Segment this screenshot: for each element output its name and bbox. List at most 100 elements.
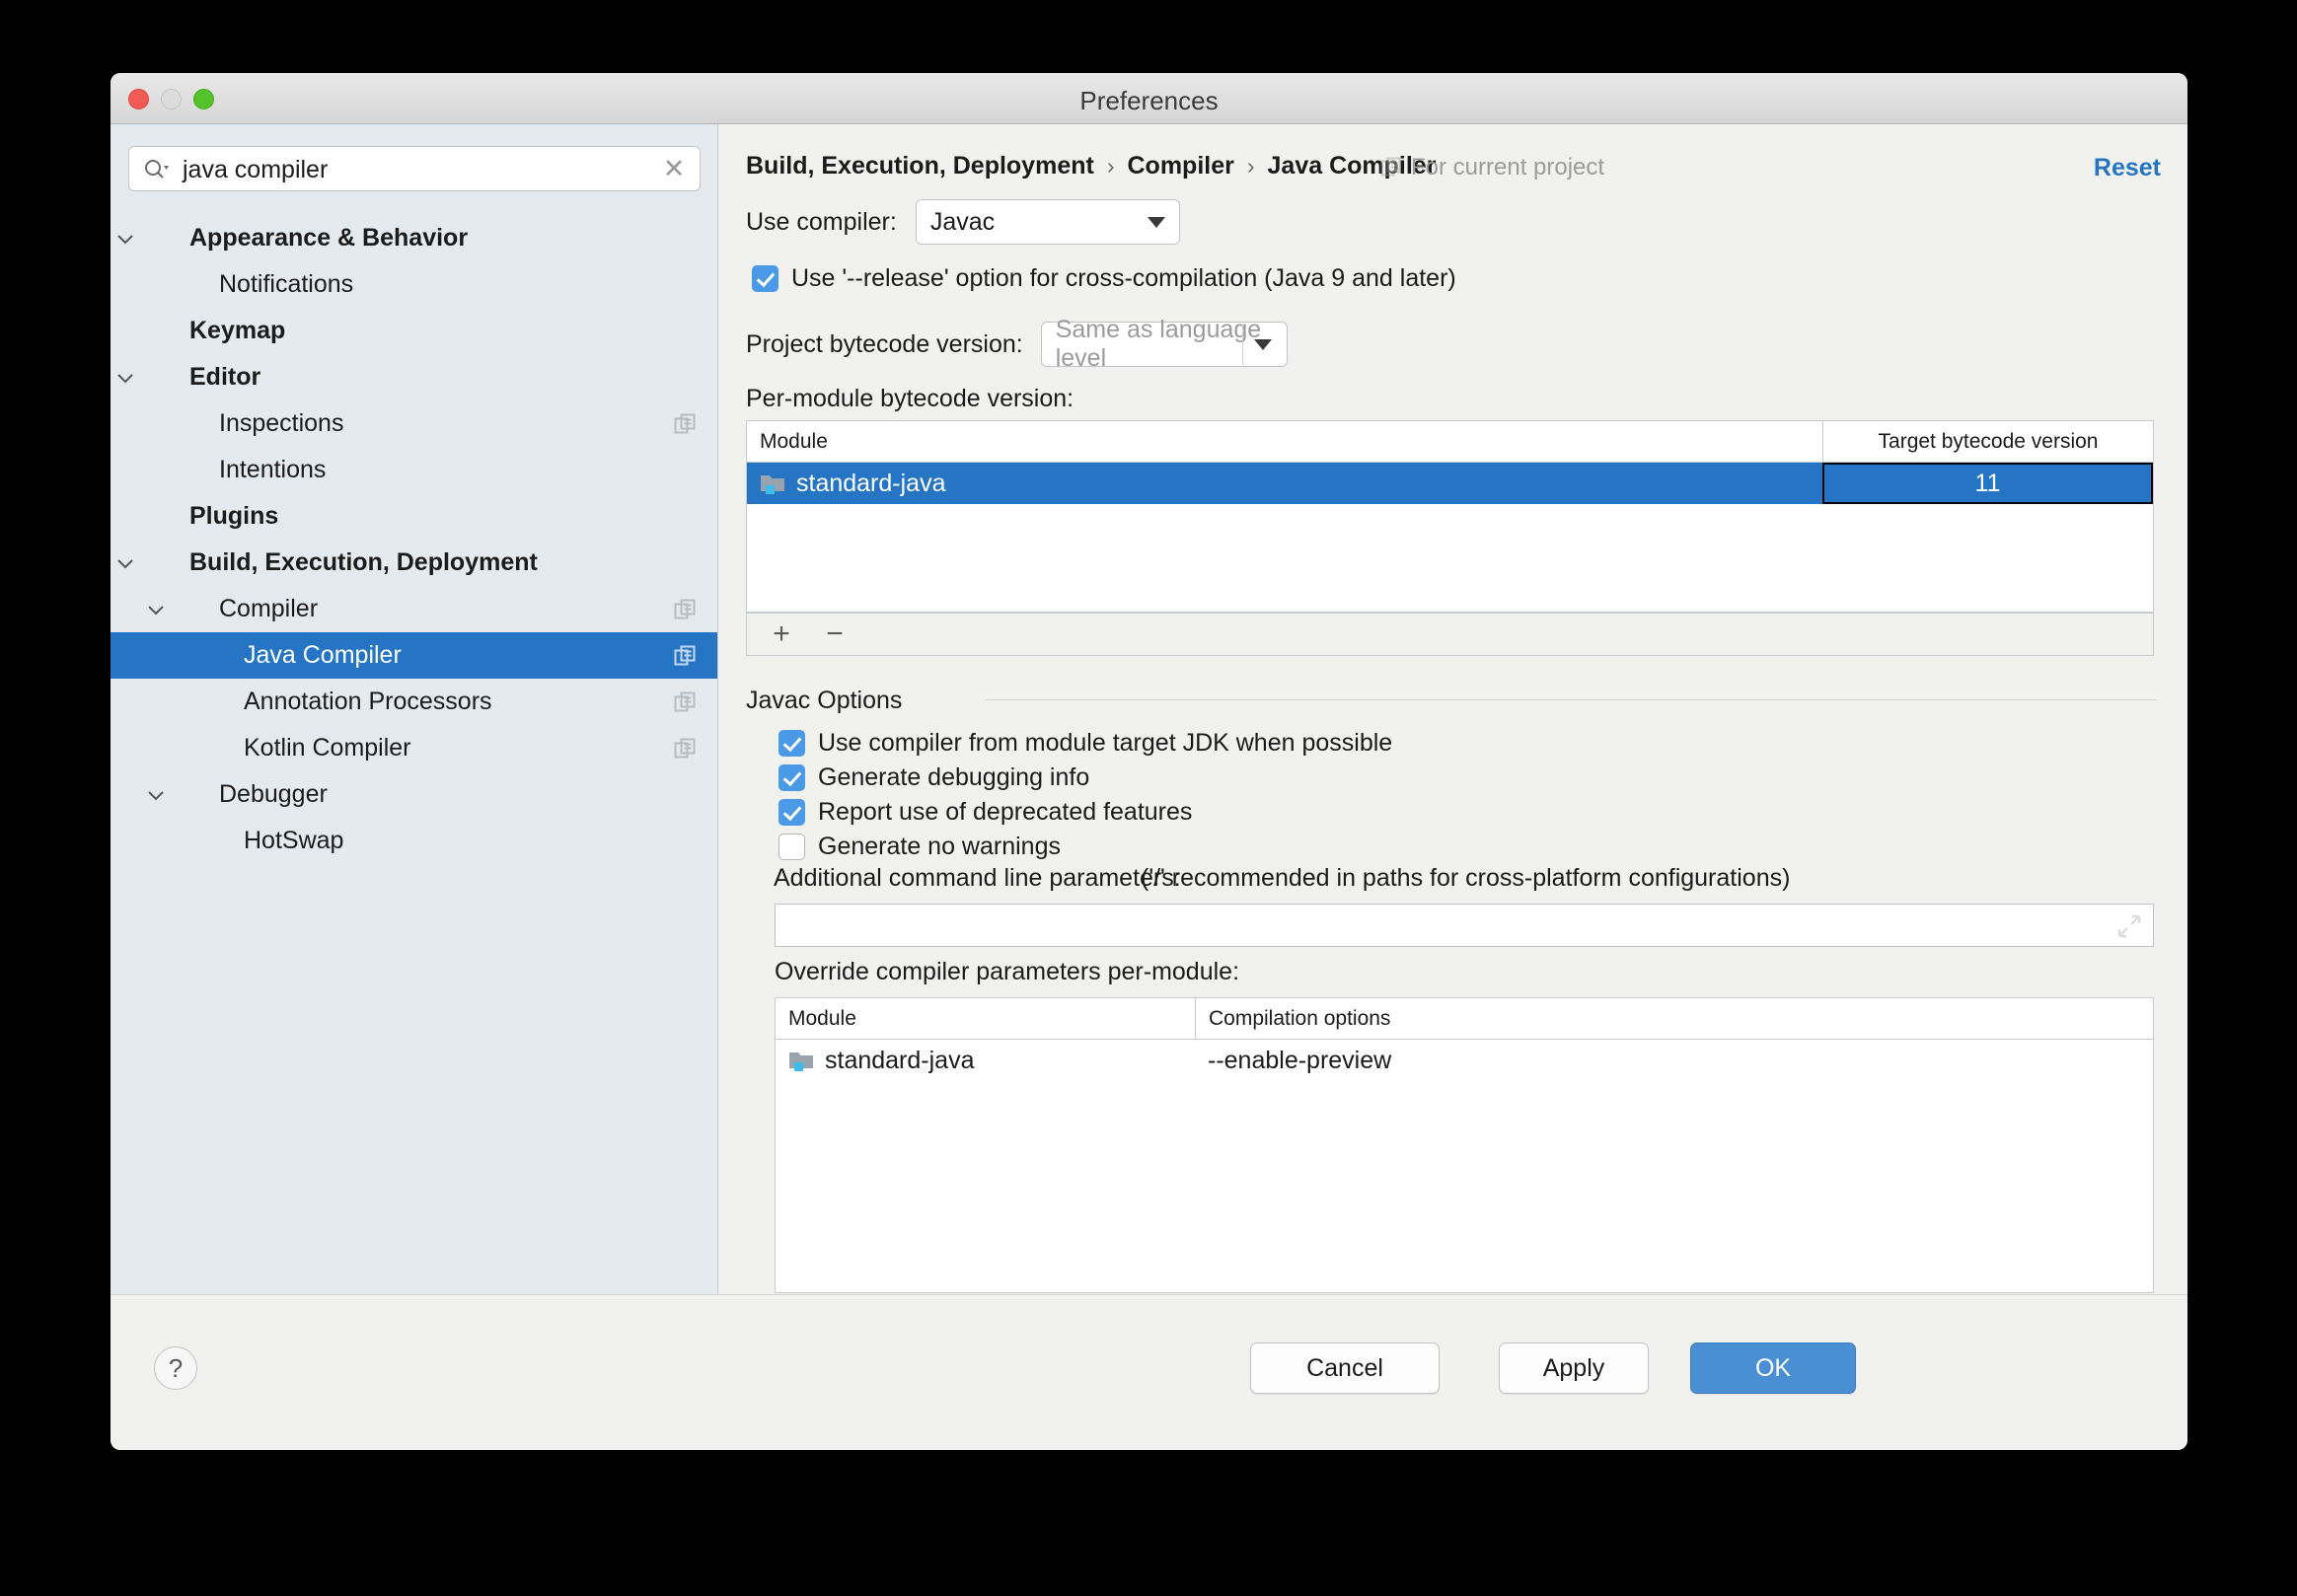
additional-params-hint: ('/' recommended in paths for cross-plat…: [1141, 864, 1791, 892]
breadcrumb: Build, Execution, Deployment › Compiler …: [746, 152, 1436, 181]
sidebar-item-kotlin-compiler[interactable]: Kotlin Compiler: [111, 725, 717, 771]
copy-icon[interactable]: [674, 599, 696, 620]
cell-target-bytecode[interactable]: 11: [1822, 463, 2153, 504]
column-header-module[interactable]: Module: [776, 998, 1195, 1039]
sidebar-item-label: Intentions: [219, 456, 327, 483]
javac-option-0-row[interactable]: Use compiler from module target JDK when…: [778, 729, 1392, 758]
settings-tree: Appearance & Behavior Notifications Keymap…: [111, 215, 717, 864]
sidebar-item-label: Inspections: [219, 409, 344, 437]
reset-link[interactable]: Reset: [2094, 154, 2161, 182]
sidebar-item-hotswap[interactable]: HotSwap: [111, 818, 717, 864]
help-button[interactable]: ?: [154, 1346, 197, 1390]
use-target-jdk-label: Use compiler from module target JDK when…: [818, 729, 1393, 757]
dialog-footer: ? Cancel Apply OK: [111, 1294, 2187, 1450]
release-option-row[interactable]: Use '--release' option for cross-compila…: [752, 264, 1456, 293]
sidebar-item-java-compiler[interactable]: Java Compiler: [111, 632, 717, 679]
bytecode-table-toolbar: + −: [746, 613, 2154, 656]
override-table[interactable]: Module Compilation options standard-java: [775, 997, 2154, 1293]
project-bytecode-select[interactable]: Same as language level: [1040, 316, 1288, 372]
sidebar-item-plugins[interactable]: Plugins: [111, 493, 717, 540]
table-row[interactable]: standard-java --enable-preview: [776, 1040, 2153, 1081]
sidebar-item-keymap[interactable]: Keymap: [111, 308, 717, 354]
bytecode-table[interactable]: Module Target bytecode version standard-…: [746, 420, 2154, 613]
sidebar-item-label: Compiler: [219, 595, 319, 622]
javac-option-3-row[interactable]: Generate no warnings: [778, 833, 1061, 861]
cell-target-bytecode-value: 11: [1974, 469, 2001, 497]
breadcrumb-item-0[interactable]: Build, Execution, Deployment: [746, 152, 1094, 181]
sidebar-item-notifications[interactable]: Notifications: [111, 261, 717, 308]
sidebar-item-label: Appearance & Behavior: [189, 224, 469, 252]
project-bytecode-label: Project bytecode version:: [746, 329, 1023, 358]
module-icon: [788, 1050, 814, 1071]
javac-option-1-row[interactable]: Generate debugging info: [778, 763, 1089, 792]
sidebar-item-annotation-processors[interactable]: Annotation Processors: [111, 679, 717, 725]
chevron-down-icon[interactable]: [145, 784, 167, 806]
column-header-compilation-options[interactable]: Compilation options: [1195, 998, 2153, 1039]
javac-option-2-row[interactable]: Report use of deprecated features: [778, 798, 1192, 827]
remove-module-button[interactable]: −: [814, 614, 855, 655]
chevron-down-icon: [1253, 339, 1272, 350]
report-deprecated-checkbox[interactable]: [778, 799, 805, 826]
override-params-label: Override compiler parameters per-module:: [775, 958, 1240, 985]
sidebar-item-build-execution-deployment[interactable]: Build, Execution, Deployment: [111, 540, 717, 586]
use-compiler-label: Use compiler:: [746, 207, 897, 236]
cell-module-label: standard-java: [825, 1046, 975, 1074]
chevron-down-icon[interactable]: [114, 228, 136, 250]
chevron-down-icon[interactable]: [114, 552, 136, 574]
expand-icon[interactable]: [2117, 914, 2141, 938]
scope-indicator: For current project: [1380, 154, 1604, 181]
copy-icon[interactable]: [674, 413, 696, 435]
cell-module[interactable]: standard-java: [776, 1040, 1195, 1081]
sidebar-item-label: Keymap: [189, 317, 286, 344]
sidebar-item-label: Plugins: [189, 502, 279, 530]
generate-debugging-info-label: Generate debugging info: [818, 763, 1090, 791]
settings-content: Build, Execution, Deployment › Compiler …: [719, 124, 2187, 1294]
search-input[interactable]: java compiler: [183, 156, 328, 184]
cell-compilation-options[interactable]: --enable-preview: [1195, 1040, 2153, 1081]
column-header-module[interactable]: Module: [747, 421, 1822, 462]
search-box[interactable]: java compiler ✕: [128, 146, 701, 191]
scope-label: For current project: [1411, 154, 1605, 181]
column-header-target-bytecode[interactable]: Target bytecode version: [1822, 421, 2153, 462]
chevron-down-icon: [1147, 217, 1165, 228]
apply-button[interactable]: Apply: [1499, 1342, 1649, 1394]
release-option-checkbox[interactable]: [752, 265, 778, 292]
copy-icon[interactable]: [674, 645, 696, 667]
generate-debugging-info-checkbox[interactable]: [778, 764, 805, 791]
sidebar-item-label: Build, Execution, Deployment: [189, 548, 538, 576]
sidebar-item-editor[interactable]: Editor: [111, 354, 717, 400]
cell-module[interactable]: standard-java: [747, 463, 1822, 504]
copy-icon[interactable]: [674, 738, 696, 760]
generate-no-warnings-checkbox[interactable]: [778, 834, 805, 860]
search-icon: [143, 158, 169, 181]
sidebar-item-intentions[interactable]: Intentions: [111, 447, 717, 493]
additional-params-input[interactable]: [775, 904, 2154, 947]
copy-icon: [1380, 157, 1402, 179]
use-compiler-select[interactable]: Javac: [915, 199, 1180, 245]
use-compiler-row: Use compiler: Javac: [746, 199, 1180, 245]
project-bytecode-value: Same as language level: [1055, 316, 1262, 372]
sidebar-item-inspections[interactable]: Inspections: [111, 400, 717, 447]
sidebar-item-label: HotSwap: [244, 827, 344, 854]
sidebar-item-compiler[interactable]: Compiler: [111, 586, 717, 632]
sidebar-item-label: Editor: [189, 363, 261, 391]
sidebar-item-label: Annotation Processors: [244, 688, 492, 715]
ok-button[interactable]: OK: [1690, 1342, 1856, 1394]
window-body: java compiler ✕ Appearance & Behavior Not…: [111, 124, 2187, 1450]
table-row[interactable]: standard-java 11: [747, 463, 2153, 504]
report-deprecated-label: Report use of deprecated features: [818, 798, 1193, 826]
per-module-label: Per-module bytecode version:: [746, 385, 1074, 412]
chevron-down-icon[interactable]: [145, 599, 167, 620]
breadcrumb-item-1[interactable]: Compiler: [1128, 152, 1234, 181]
add-module-button[interactable]: +: [761, 614, 802, 655]
sidebar-item-debugger[interactable]: Debugger: [111, 771, 717, 818]
clear-icon[interactable]: ✕: [660, 155, 688, 182]
use-target-jdk-checkbox[interactable]: [778, 730, 805, 757]
chevron-down-icon[interactable]: [114, 367, 136, 389]
additional-params-label: Additional command line parameters:: [774, 864, 1181, 892]
cancel-button[interactable]: Cancel: [1250, 1342, 1440, 1394]
sidebar-item-appearance-behavior[interactable]: Appearance & Behavior: [111, 215, 717, 261]
section-divider: [986, 699, 2156, 700]
copy-icon[interactable]: [674, 691, 696, 713]
use-compiler-value: Javac: [929, 207, 996, 236]
